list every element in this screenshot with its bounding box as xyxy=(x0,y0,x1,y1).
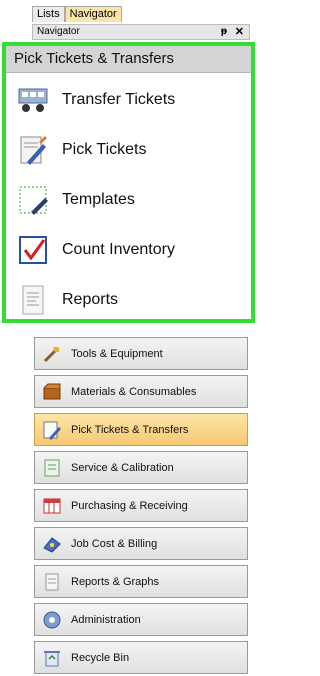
panel-item-label: Templates xyxy=(62,191,135,208)
nav-button-reports-graphs[interactable]: Reports & Graphs xyxy=(34,565,248,598)
nav-button-label: Purchasing & Receiving xyxy=(71,499,188,512)
tab-bar: Lists Navigator xyxy=(32,6,122,22)
job-cost-icon xyxy=(41,533,63,555)
panel-title: Pick Tickets & Transfers xyxy=(6,46,251,73)
nav-button-label: Materials & Consumables xyxy=(71,385,197,398)
templates-icon xyxy=(16,183,50,217)
tab-navigator[interactable]: Navigator xyxy=(64,6,122,22)
administration-icon xyxy=(41,609,63,631)
service-icon xyxy=(41,457,63,479)
panel-item-reports[interactable]: Reports xyxy=(6,278,251,322)
nav-button-pick-tickets-transfers[interactable]: Pick Tickets & Transfers xyxy=(34,413,248,446)
recycle-bin-icon xyxy=(41,647,63,669)
panel-item-pick-tickets[interactable]: Pick Tickets xyxy=(6,128,251,172)
panel-item-label: Reports xyxy=(62,291,119,308)
pick-tickets-icon xyxy=(41,419,63,441)
panel-item-count-inventory[interactable]: Count Inventory xyxy=(6,228,251,272)
nav-button-tools-equipment[interactable]: Tools & Equipment xyxy=(34,337,248,370)
purchasing-icon xyxy=(41,495,63,517)
close-icon[interactable]: ✕ xyxy=(235,25,244,39)
panel-item-label: Pick Tickets xyxy=(62,141,147,158)
navigator-title: Navigator xyxy=(37,26,80,37)
panel-item-label: Transfer Tickets xyxy=(62,91,176,108)
nav-button-materials-consumables[interactable]: Materials & Consumables xyxy=(34,375,248,408)
pick-tickets-panel: Pick Tickets & Transfers Transfer Ticket… xyxy=(2,42,255,323)
nav-button-label: Reports & Graphs xyxy=(71,575,160,588)
pick-tickets-icon xyxy=(16,133,50,167)
panel-item-templates[interactable]: Templates xyxy=(6,178,251,222)
nav-button-administration[interactable]: Administration xyxy=(34,603,248,636)
tab-lists[interactable]: Lists xyxy=(32,6,65,22)
nav-button-purchasing-receiving[interactable]: Purchasing & Receiving xyxy=(34,489,248,522)
materials-icon xyxy=(41,381,63,403)
count-inventory-icon xyxy=(16,233,50,267)
reports-icon xyxy=(16,283,50,317)
nav-button-label: Pick Tickets & Transfers xyxy=(71,423,189,436)
pin-icon[interactable]: ᵽ xyxy=(221,25,227,39)
nav-button-label: Administration xyxy=(71,613,141,626)
tools-icon xyxy=(41,343,63,365)
nav-button-recycle-bin[interactable]: Recycle Bin xyxy=(34,641,248,674)
nav-button-service-calibration[interactable]: Service & Calibration xyxy=(34,451,248,484)
nav-button-label: Tools & Equipment xyxy=(71,347,163,360)
panel-item-transfer-tickets[interactable]: Transfer Tickets xyxy=(6,78,251,122)
panel-item-label: Count Inventory xyxy=(62,241,175,258)
navigator-header: Navigator ᵽ ✕ xyxy=(32,24,250,40)
nav-button-label: Job Cost & Billing xyxy=(71,537,158,550)
nav-button-label: Recycle Bin xyxy=(71,651,130,664)
nav-button-label: Service & Calibration xyxy=(71,461,174,474)
transfer-tickets-icon xyxy=(16,83,50,117)
reports-graphs-icon xyxy=(41,571,63,593)
nav-button-job-cost-billing[interactable]: Job Cost & Billing xyxy=(34,527,248,560)
